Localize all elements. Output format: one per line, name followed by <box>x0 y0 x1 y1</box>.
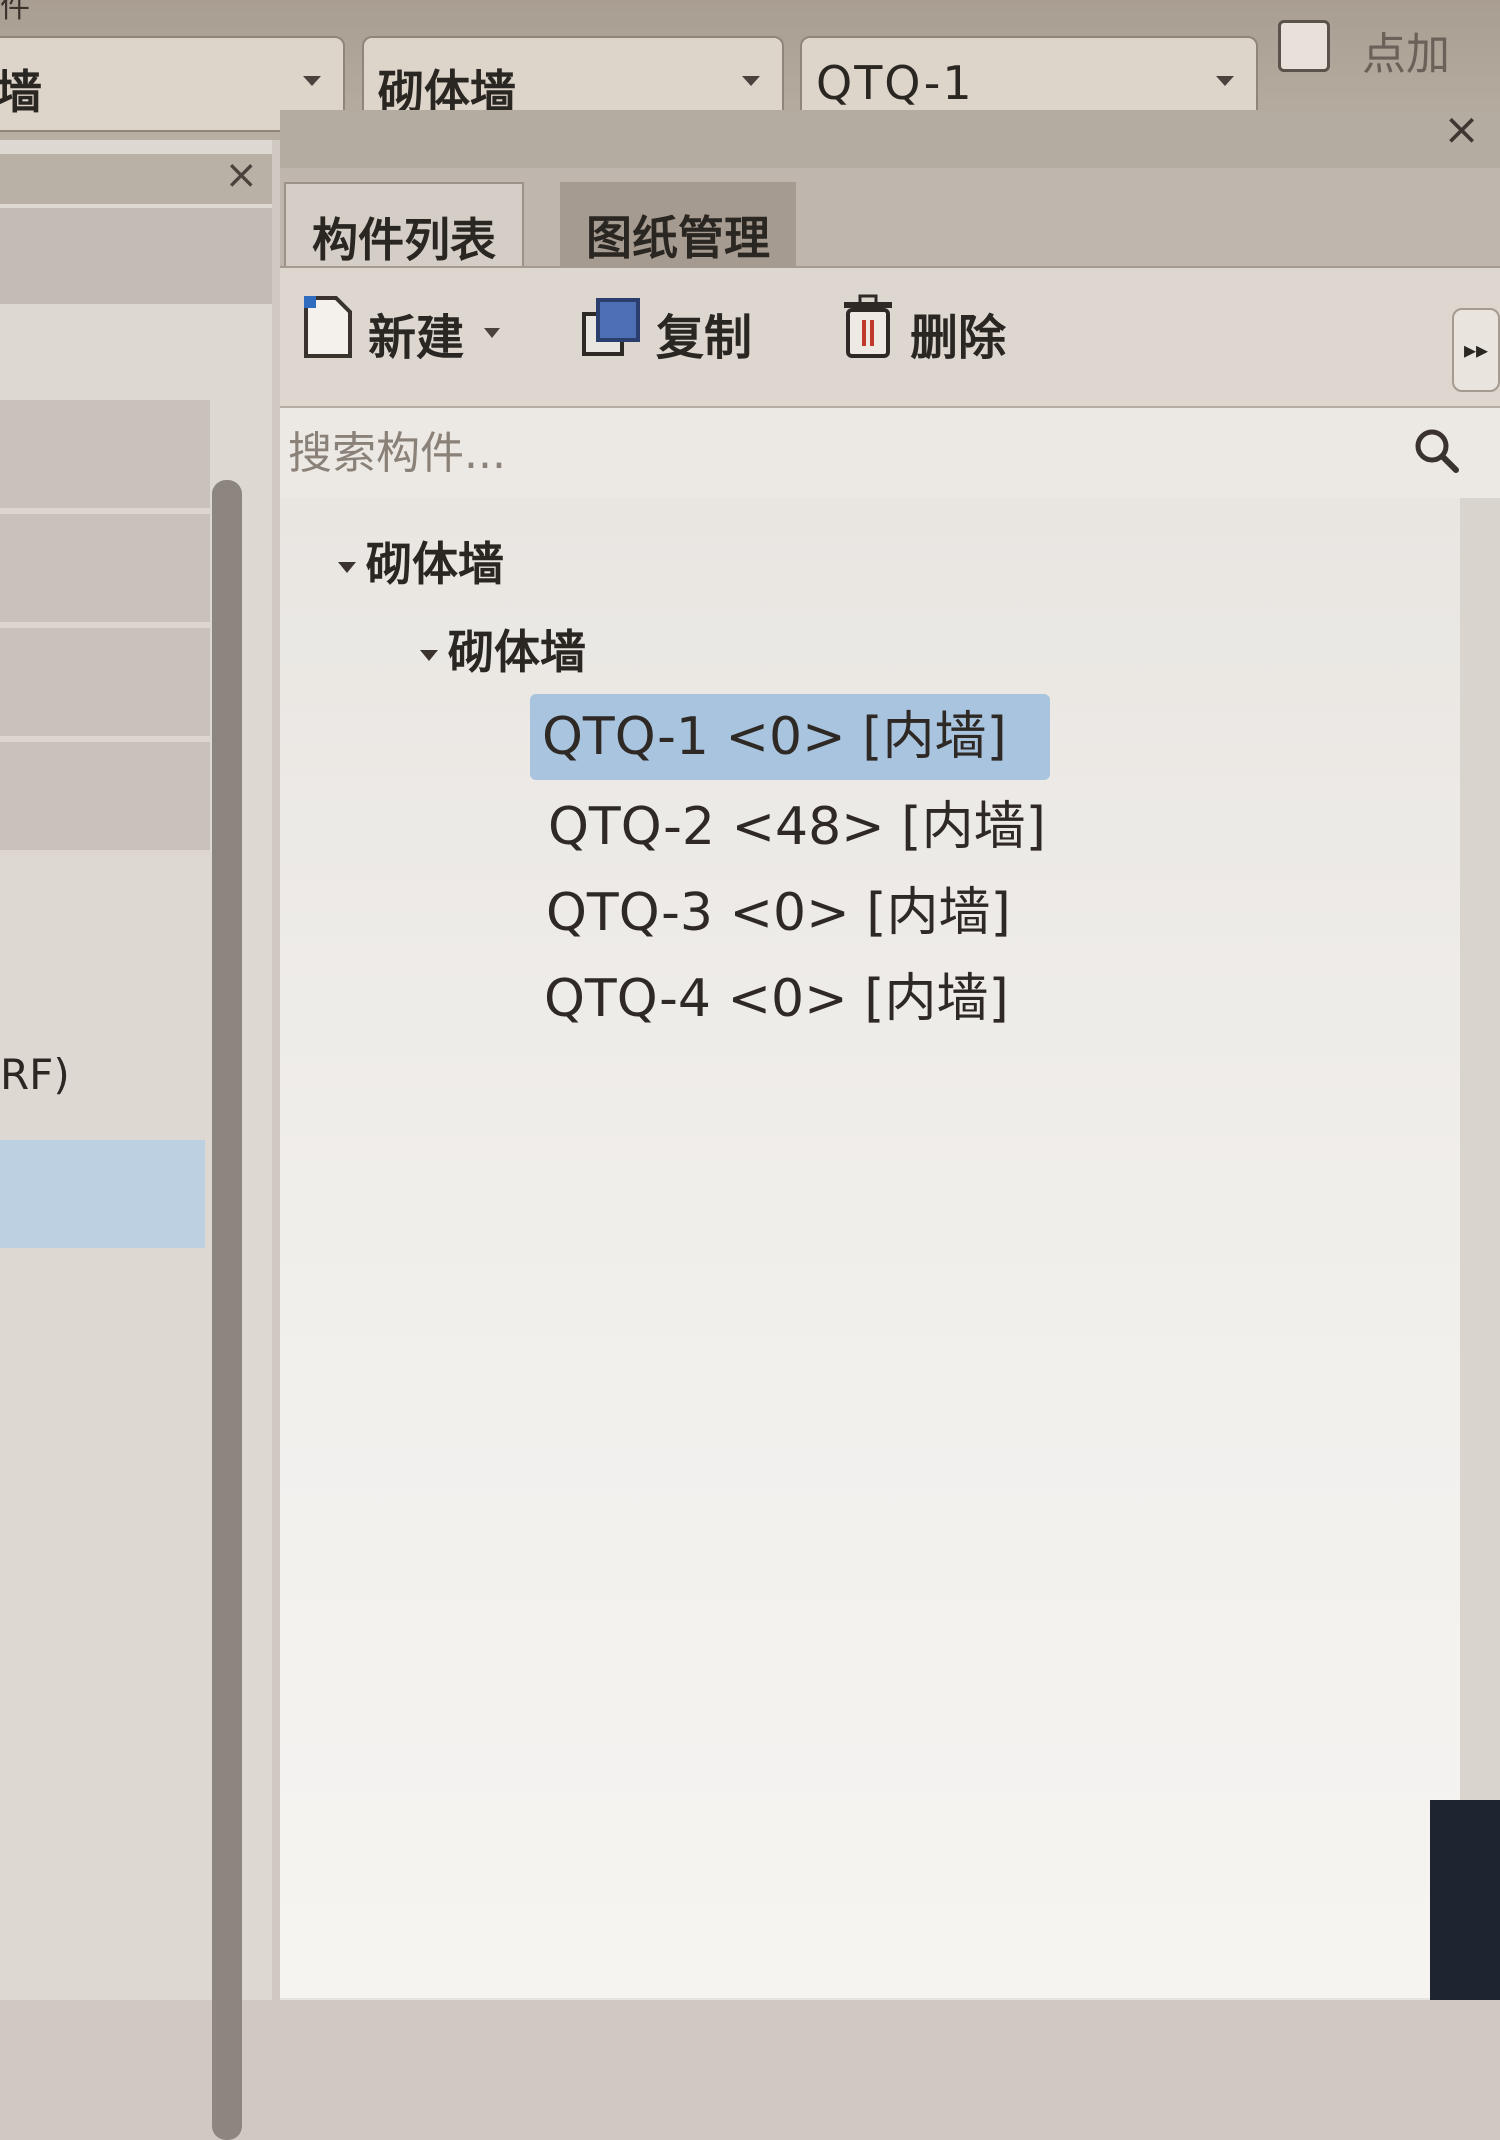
tab-drawing-management[interactable]: 图纸管理 <box>560 182 796 266</box>
chevron-down-icon <box>742 76 760 86</box>
close-icon[interactable]: × <box>1443 104 1480 155</box>
panel-tabs: 构件列表 图纸管理 <box>280 168 1500 267</box>
new-button[interactable]: 新建 <box>300 296 501 368</box>
trash-icon <box>840 294 896 372</box>
close-icon[interactable]: × <box>224 152 258 198</box>
tree-node-label: 砌体墙 <box>448 625 586 679</box>
selected-list-item[interactable] <box>0 1140 205 1248</box>
component-panel: × 构件列表 图纸管理 新建 复制 删除 ▸▸ 搜索构件... 砌体墙 砌体墙 … <box>280 104 1500 2000</box>
search-bar <box>280 406 1500 500</box>
expand-triangle-icon[interactable] <box>338 562 356 573</box>
tree-node-category[interactable]: 砌体墙 <box>338 528 504 594</box>
left-panel-list <box>0 400 210 856</box>
list-item[interactable] <box>0 514 210 628</box>
list-item-label: RF) <box>0 1050 70 1099</box>
point-add-label: 点加 <box>1362 29 1450 80</box>
delete-button[interactable]: 删除 <box>840 294 1007 368</box>
list-item[interactable] <box>0 400 210 514</box>
left-panel: × RF) <box>0 140 272 2140</box>
left-panel-scrollbar[interactable] <box>212 480 242 2140</box>
component-name-value: QTQ-1 <box>816 56 974 110</box>
tab-component-list[interactable]: 构件列表 <box>284 182 524 267</box>
delete-button-label: 删除 <box>910 310 1007 366</box>
left-panel-header: × <box>0 152 272 204</box>
search-icon[interactable] <box>1412 426 1462 480</box>
window-title: 件 <box>0 0 30 25</box>
copy-button-label: 复制 <box>656 310 753 366</box>
floor-type-value: 墙 <box>0 65 42 119</box>
new-file-icon <box>300 294 354 372</box>
expand-triangle-icon[interactable] <box>420 650 438 661</box>
tree-node-subcategory[interactable]: 砌体墙 <box>420 616 586 682</box>
tree-item[interactable]: QTQ-3 <0> [内墙] <box>534 870 1023 956</box>
search-input[interactable] <box>286 420 1370 486</box>
screen-edge <box>1430 1800 1500 2000</box>
tree-item[interactable]: QTQ-2 <48> [内墙] <box>536 784 1058 870</box>
component-tree: 砌体墙 砌体墙 QTQ-1 <0> [内墙] QTQ-2 <48> [内墙] Q… <box>280 498 1460 1998</box>
panel-toolbar: 新建 复制 删除 ▸▸ <box>280 266 1500 408</box>
new-button-label: 新建 <box>368 310 465 366</box>
panel-edge <box>1460 498 1500 2000</box>
chevron-down-icon[interactable] <box>484 328 501 338</box>
tree-item-selected[interactable]: QTQ-1 <0> [内墙] <box>530 694 1050 780</box>
left-panel-toolbar <box>0 208 272 304</box>
tree-item[interactable]: QTQ-4 <0> [内墙] <box>532 956 1021 1042</box>
point-add-checkbox[interactable] <box>1278 20 1330 72</box>
copy-icon <box>580 296 642 370</box>
list-item[interactable] <box>0 742 210 856</box>
list-item[interactable] <box>0 628 210 742</box>
tree-node-label: 砌体墙 <box>366 537 504 591</box>
more-tools-button[interactable]: ▸▸ <box>1452 308 1500 392</box>
copy-button[interactable]: 复制 <box>580 298 752 368</box>
chevron-down-icon <box>303 76 321 86</box>
chevron-down-icon <box>1216 76 1234 86</box>
panel-titlebar: × <box>280 104 1500 168</box>
